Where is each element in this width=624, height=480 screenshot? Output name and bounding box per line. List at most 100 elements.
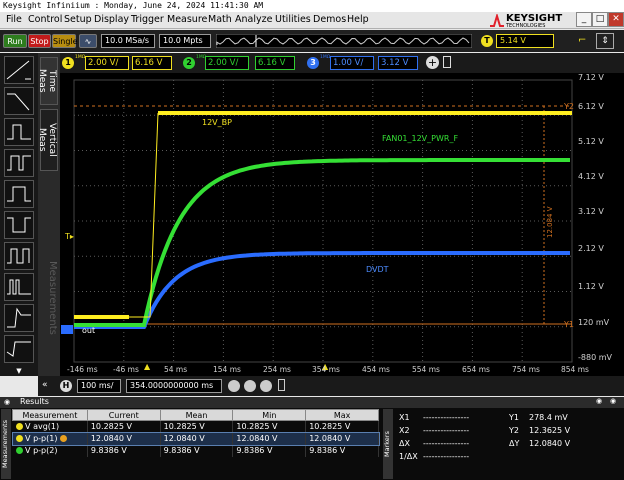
channel-1-impedance: 1MΩ [75, 55, 86, 60]
maximize-icon[interactable]: □ [592, 12, 608, 27]
y-tick-label: -880 mV [578, 353, 612, 362]
rise-time-icon[interactable] [4, 56, 34, 84]
frequency-icon[interactable] [4, 149, 34, 177]
y-tick-label: 7.12 V [578, 73, 604, 82]
trigger-edge-icon[interactable]: ⌐ [578, 35, 590, 47]
time-reference-marker[interactable]: ▲ [144, 362, 151, 371]
tab-vertical-meas[interactable]: Vertical Meas [37, 109, 58, 171]
x-tick-label: 454 ms [362, 365, 390, 374]
marker-y1-label: Y1 [509, 413, 519, 422]
measurement-max: 9.8386 V [305, 444, 379, 457]
y-tick-label: 120 mV [578, 318, 610, 327]
trigger-level-marker[interactable]: T▸ [64, 232, 74, 241]
trigger-level-field[interactable]: 5.14 V [496, 34, 554, 48]
markers-panel: Markers X1 ---------------- X2 ---------… [383, 409, 624, 480]
results-dock-icon[interactable]: ◉ [596, 397, 602, 405]
zoom-icon[interactable] [228, 380, 240, 392]
waveform-display[interactable]: T▸ 12V_BP FAN01_12V_PWR_F DVDT out Y2 Y1… [60, 73, 624, 376]
channel-2-offset[interactable]: 6.16 V [255, 56, 295, 70]
results-close-icon[interactable]: ◉ [610, 397, 616, 405]
period-icon[interactable] [4, 118, 34, 146]
run-button[interactable]: Run [3, 34, 27, 48]
horizontal-collapse-icon[interactable] [278, 379, 285, 391]
channel-3-scale[interactable]: 1.00 V/ [330, 56, 374, 70]
x-tick-label: -146 ms [67, 365, 98, 374]
memory-depth-field[interactable]: 10.0 Mpts [159, 34, 211, 48]
x-tick-label: 854 ms [561, 365, 589, 374]
measurement-table: Measurement Current Mean Min Max V avg(1… [11, 409, 380, 457]
minimize-icon[interactable]: _ [576, 12, 592, 27]
markers-side-tab[interactable]: Markers [383, 409, 393, 479]
y-tick-label: 3.12 V [578, 207, 604, 216]
marker-dy-value: 12.0840 V [529, 439, 571, 448]
measurement-current: 10.2825 V [87, 420, 161, 433]
column-header: Current [86, 409, 161, 421]
marker-tracking-icon[interactable] [59, 435, 67, 442]
channel-bar-collapse-icon[interactable] [443, 56, 451, 68]
channel-3-badge[interactable]: 3 [307, 57, 319, 69]
burst-width-icon[interactable] [4, 273, 34, 301]
channel-2-scale[interactable]: 2.00 V/ [205, 56, 249, 70]
channel-2-badge[interactable]: 2 [183, 57, 195, 69]
menu-measure[interactable]: Measure [167, 14, 207, 25]
measurement-current: 12.0840 V [87, 432, 161, 445]
channel-3-ground-marker[interactable] [61, 325, 73, 334]
menu-display[interactable]: Display [94, 14, 129, 25]
marker-inv-dx-value: ---------------- [423, 452, 470, 461]
toolbox-scroll-icon[interactable]: ▼ [4, 367, 34, 375]
channel-bar: 1 1MΩ 2.00 V/ 6.16 V 2 1MΩ 2.00 V/ 6.16 … [60, 53, 624, 73]
menu-trigger[interactable]: Trigger [131, 14, 164, 25]
stop-button[interactable]: Stop [28, 34, 51, 48]
add-channel-icon[interactable]: + [426, 56, 439, 69]
duty-cycle-icon[interactable] [4, 242, 34, 270]
close-icon[interactable]: ✕ [608, 12, 624, 27]
channel-1-dot-icon [15, 435, 23, 442]
auto-trigger-icon[interactable]: ⇕ [596, 33, 614, 49]
channel-1-scale[interactable]: 2.00 V/ [85, 56, 129, 70]
delay-icon[interactable] [260, 380, 272, 392]
channel-1-badge[interactable]: 1 [62, 57, 74, 69]
waveform-overview[interactable] [216, 34, 472, 48]
autoscale-icon[interactable]: ∿ [79, 34, 97, 48]
fall-time-icon[interactable] [4, 87, 34, 115]
measurements-side-tab[interactable]: Measurements [1, 409, 11, 479]
reference-icon[interactable] [244, 380, 256, 392]
channel-1-offset[interactable]: 6.16 V [132, 56, 172, 70]
menu-control[interactable]: Control [28, 14, 62, 25]
overshoot-icon[interactable] [4, 304, 34, 332]
marker-y2-value: 12.3625 V [529, 426, 571, 435]
menu-help[interactable]: Help [347, 14, 369, 25]
measurement-min: 10.2825 V [232, 420, 307, 433]
x-tick-label: 554 ms [412, 365, 440, 374]
marker-dx-value: ---------------- [423, 439, 470, 448]
menu-file[interactable]: File [6, 14, 22, 25]
single-button[interactable]: Single [52, 34, 78, 48]
table-row[interactable]: V p-p(2) 9.8386 V 9.8386 V 9.8386 V 9.83… [12, 444, 379, 457]
menu-utilities[interactable]: Utilities [275, 14, 311, 25]
channel-3-offset[interactable]: 3.12 V [378, 56, 418, 70]
marker-y1-label: Y1 [563, 320, 574, 329]
menu-analyze[interactable]: Analyze [235, 14, 272, 25]
horizontal-position-field[interactable]: 354.0000000000 ms [126, 379, 222, 393]
tab-time-meas[interactable]: Time Meas [37, 57, 58, 105]
scroll-left-icon[interactable]: « [42, 380, 54, 392]
horizontal-scale-field[interactable]: 100 ms/ [77, 379, 121, 393]
channel-3-label: DVDT [366, 265, 389, 274]
menu-setup[interactable]: Setup [64, 14, 92, 25]
marker-x2-label: X2 [399, 426, 410, 435]
negative-width-icon[interactable] [4, 211, 34, 239]
sample-rate-field[interactable]: 10.0 MSa/s [101, 34, 155, 48]
pulse-width-icon[interactable] [4, 180, 34, 208]
marker-y2-label: Y2 [563, 102, 574, 111]
table-row-selected[interactable]: V p-p(1) 12.0840 V 12.0840 V 12.0840 V 1… [11, 431, 380, 446]
menu-math[interactable]: Math [208, 14, 232, 25]
menu-demos[interactable]: Demos [313, 14, 346, 25]
table-row[interactable]: V avg(1) 10.2825 V 10.2825 V 10.2825 V 1… [12, 420, 379, 433]
x-tick-label: -46 ms [113, 365, 139, 374]
marker-inv-dx-label: 1/ΔX [399, 452, 418, 461]
marker-x1-label: X1 [399, 413, 410, 422]
channel-1-label: 12V_BP [202, 118, 232, 127]
horizontal-badge[interactable]: H [60, 380, 72, 392]
results-collapse-icon[interactable]: ◉ [4, 398, 10, 406]
preshoot-icon[interactable] [4, 335, 34, 363]
